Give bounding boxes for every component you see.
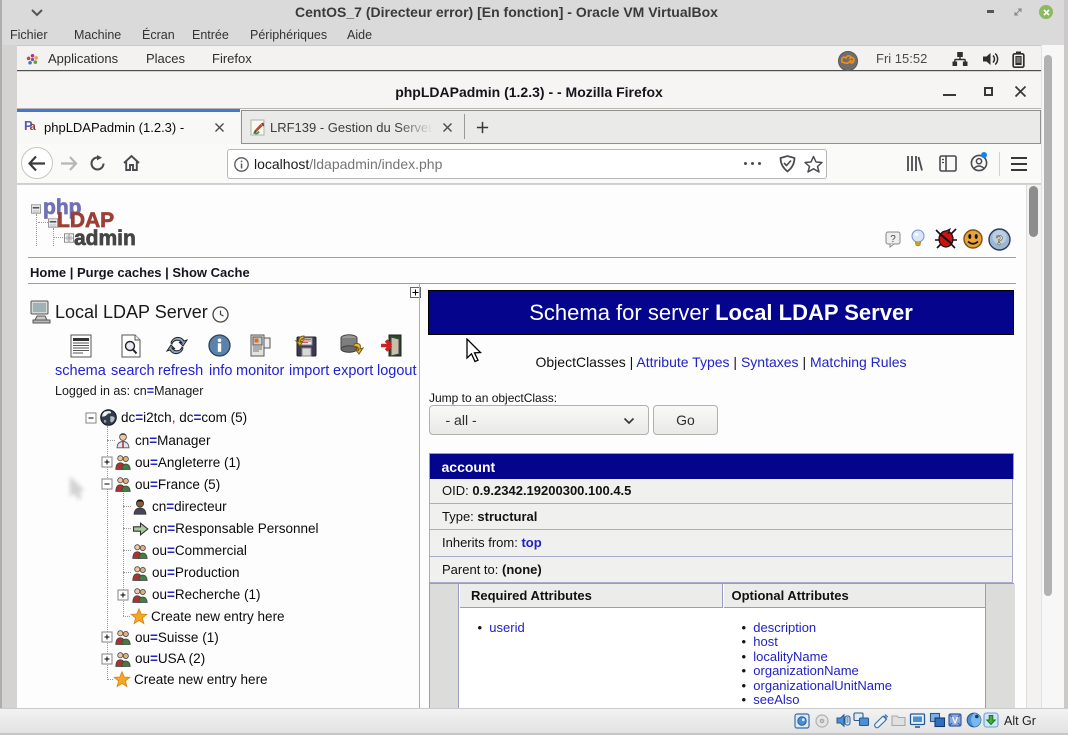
svg-text:?: ? [890,234,896,245]
svg-text:V: V [952,716,958,726]
svg-text:?: ? [996,233,1004,249]
